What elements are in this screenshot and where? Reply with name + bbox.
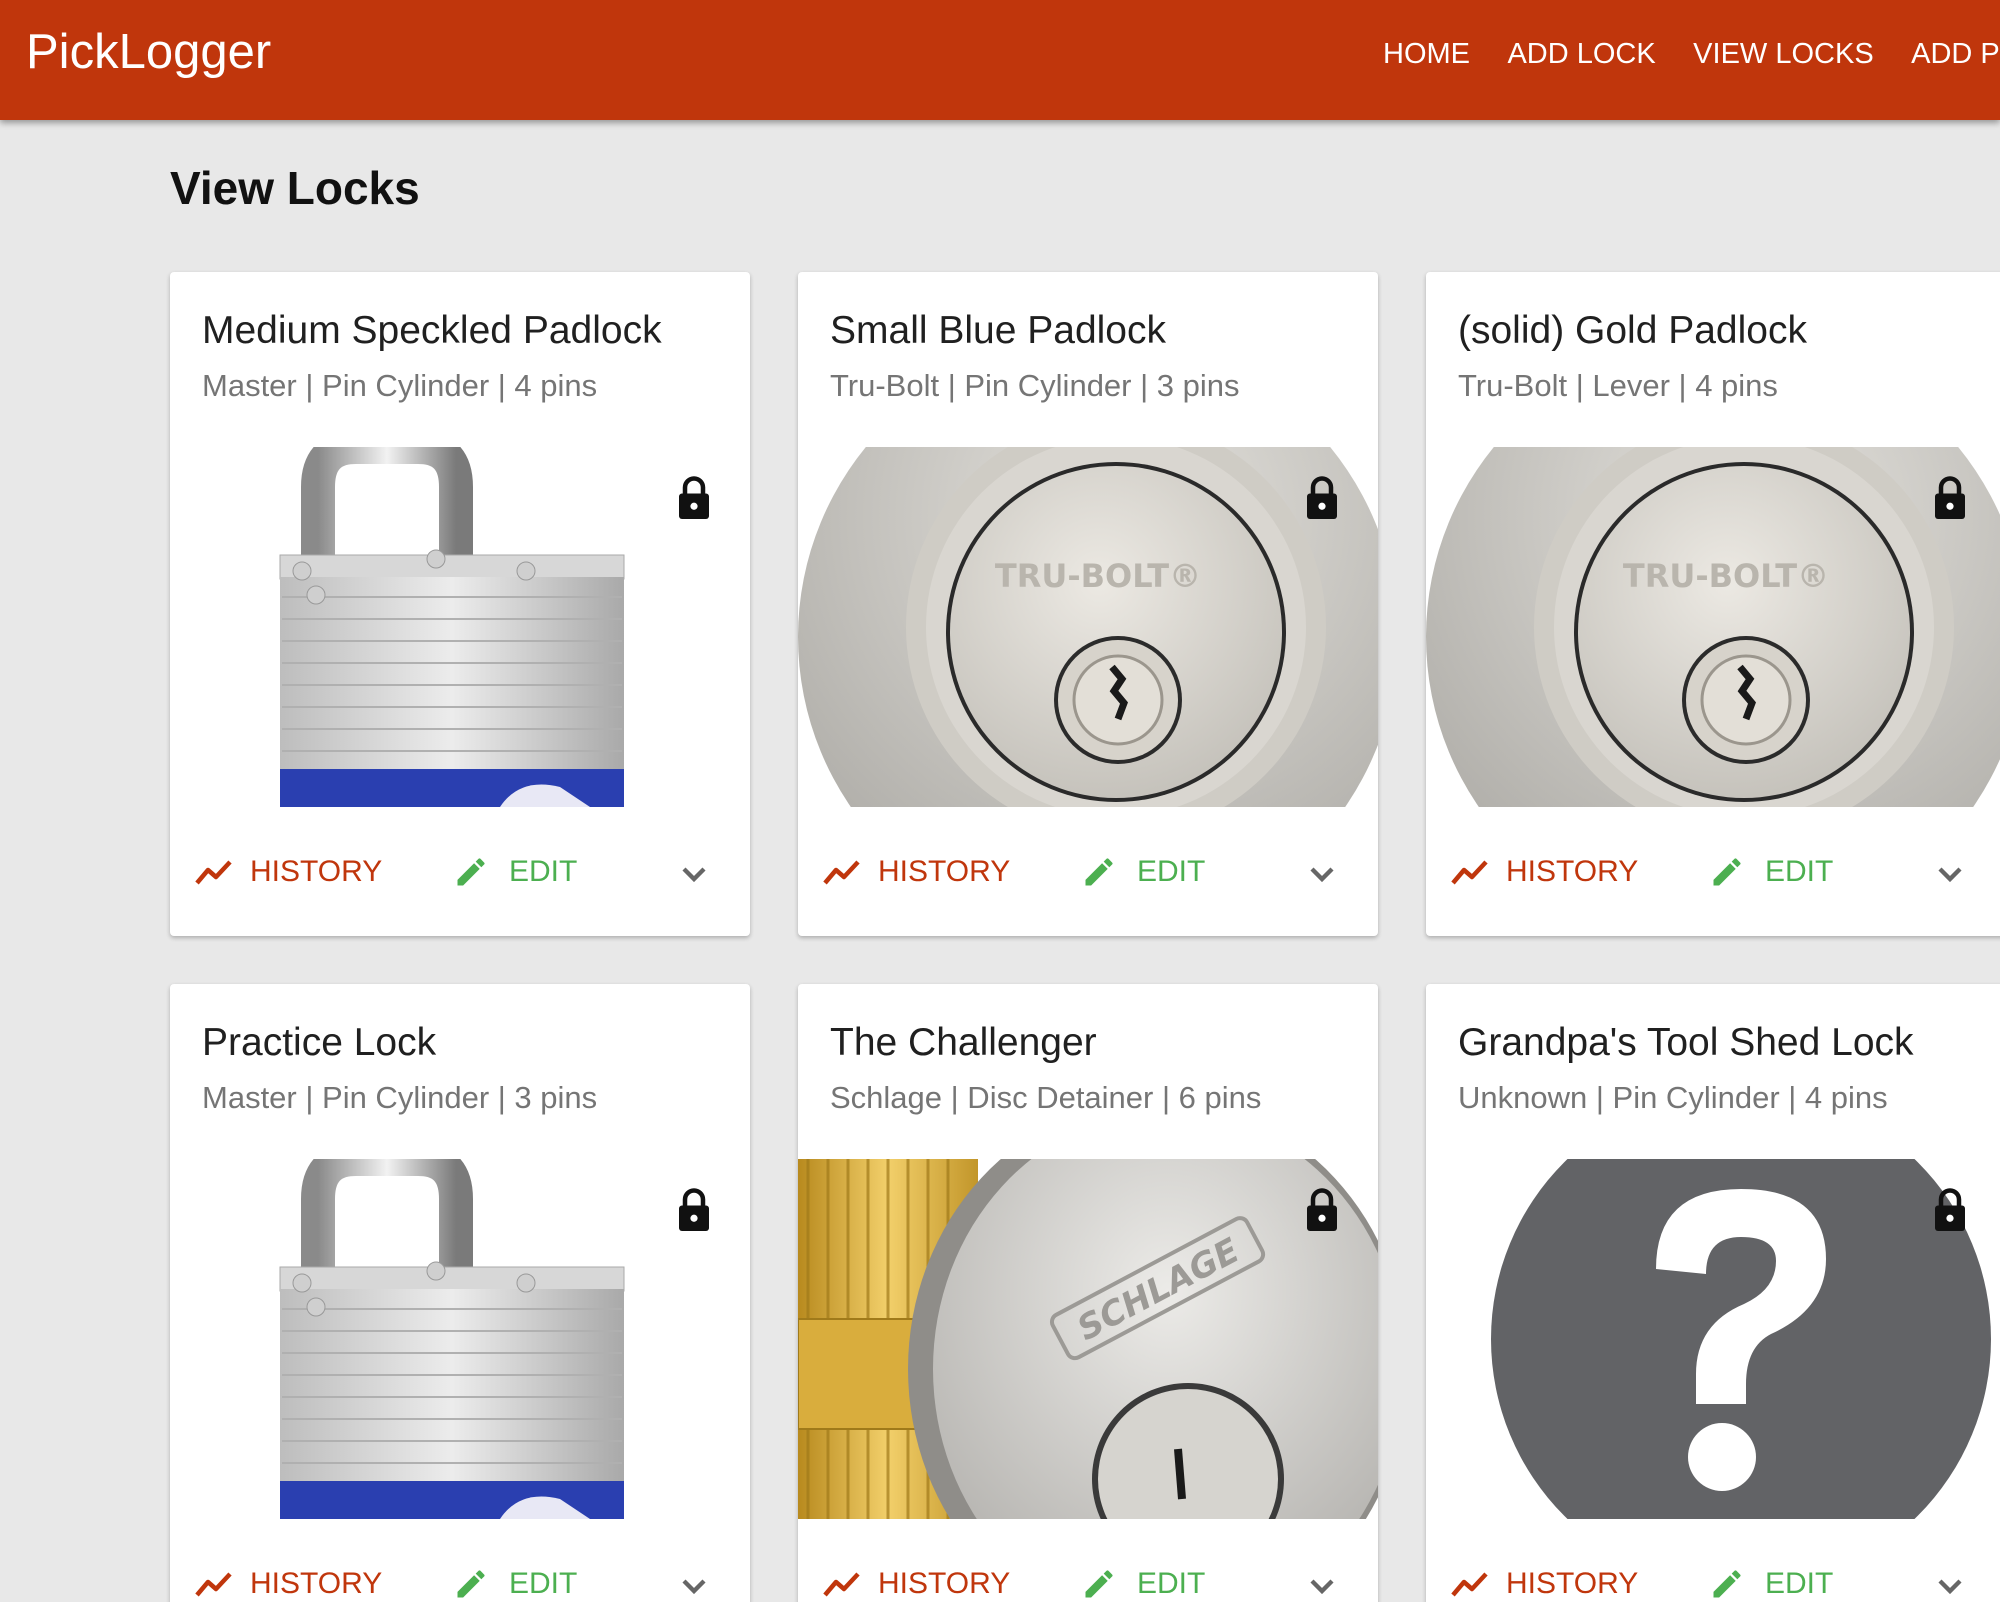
trending-up-icon [823,1572,860,1597]
lock-details: Tru-Bolt | Lever | 4 pins [1458,368,1778,403]
lock-details: Tru-Bolt | Pin Cylinder | 3 pins [830,368,1240,403]
history-label: HISTORY [1506,1567,1639,1600]
pencil-icon [457,858,485,886]
pencil-icon [1713,858,1741,886]
card-actions: HISTORY EDIT [170,844,750,900]
card-actions: HISTORY EDIT [1426,844,2000,900]
card-actions: HISTORY EDIT [170,1556,750,1602]
trending-up-icon [823,860,860,885]
card-actions: HISTORY EDIT [1426,1556,2000,1602]
pencil-icon [1085,858,1113,886]
lock-card: Medium Speckled Padlock Master | Pin Cyl… [170,272,750,936]
edit-label: EDIT [1765,855,1834,888]
lock-image: TRU-BOLT® [1426,447,2000,807]
chevron-down-icon[interactable] [674,1566,714,1602]
padlock-image [279,447,625,807]
lock-name: Small Blue Padlock [830,309,1166,352]
history-label: HISTORY [1506,855,1639,888]
history-label: HISTORY [250,1567,383,1600]
lock-name: The Challenger [830,1021,1097,1064]
app-bar: PickLogger HOME ADD LOCK VIEW LOCKS ADD … [0,0,2000,120]
deadbolt-image: TRU-BOLT® [798,447,1378,807]
app-title[interactable]: PickLogger [26,22,271,82]
trending-up-icon [195,860,232,885]
lock-details: Master | Pin Cylinder | 4 pins [202,368,598,403]
edit-label: EDIT [509,1567,578,1600]
lock-name: Grandpa's Tool Shed Lock [1458,1021,1914,1064]
lock-icon [1307,1188,1337,1231]
lock-card: The Challenger Schlage | Disc Detainer |… [798,984,1378,1602]
chevron-down-icon[interactable] [1302,1566,1342,1602]
lock-image [170,447,750,807]
history-label: HISTORY [250,855,383,888]
lock-name: Practice Lock [202,1021,437,1064]
lock-details: Unknown | Pin Cylinder | 4 pins [1458,1080,1888,1115]
card-actions: HISTORY EDIT [798,844,1378,900]
lock-card: Small Blue Padlock Tru-Bolt | Pin Cylind… [798,272,1378,936]
edit-label: EDIT [509,855,578,888]
edit-label: EDIT [1765,1567,1834,1600]
history-label: HISTORY [878,855,1011,888]
lock-card: (solid) Gold Padlock Tru-Bolt | Lever | … [1426,272,2000,936]
trending-up-icon [1451,860,1488,885]
lock-card-grid: Medium Speckled Padlock Master | Pin Cyl… [0,0,2000,1602]
chevron-down-icon[interactable] [1302,854,1342,894]
nav-home[interactable]: HOME [1383,34,1470,74]
edit-label: EDIT [1137,855,1206,888]
lock-image: SCHLAGE [798,1159,1378,1519]
chevron-down-icon[interactable] [674,854,714,894]
lock-details: Schlage | Disc Detainer | 6 pins [830,1080,1262,1115]
pencil-icon [1085,1570,1113,1598]
nav-add-pick[interactable]: ADD PI [1911,34,2000,74]
padlock-image [279,1159,625,1519]
cylinder-image: SCHLAGE [798,1159,1378,1519]
lock-icon [1935,476,1965,519]
lock-icon [679,1188,709,1231]
lock-card: Grandpa's Tool Shed Lock Unknown | Pin C… [1426,984,2000,1602]
lock-icon [1307,476,1337,519]
pencil-icon [457,1570,485,1598]
pencil-icon [1713,1570,1741,1598]
trending-up-icon [1451,1572,1488,1597]
brand-mark: TRU-BOLT® [1623,557,1829,595]
history-label: HISTORY [878,1567,1011,1600]
lock-name: (solid) Gold Padlock [1458,309,1807,352]
lock-card: Practice Lock Master | Pin Cylinder | 3 … [170,984,750,1602]
lock-icon [679,476,709,519]
brand-mark: TRU-BOLT® [995,557,1201,595]
trending-up-icon [195,1572,232,1597]
lock-name: Medium Speckled Padlock [202,309,662,352]
unknown-lock-image [1426,1159,2000,1519]
lock-icon [1935,1188,1965,1231]
chevron-down-icon[interactable] [1930,1566,1970,1602]
nav-view-locks[interactable]: VIEW LOCKS [1693,34,1874,74]
lock-image [1426,1159,2000,1519]
chevron-down-icon[interactable] [1930,854,1970,894]
main-nav: HOME ADD LOCK VIEW LOCKS ADD PI [1383,34,2000,74]
nav-add-lock[interactable]: ADD LOCK [1507,34,1655,74]
lock-image: TRU-BOLT® [798,447,1378,807]
lock-details: Master | Pin Cylinder | 3 pins [202,1080,598,1115]
card-actions: HISTORY EDIT [798,1556,1378,1602]
deadbolt-image: TRU-BOLT® [1426,447,2000,807]
lock-image [170,1159,750,1519]
edit-label: EDIT [1137,1567,1206,1600]
